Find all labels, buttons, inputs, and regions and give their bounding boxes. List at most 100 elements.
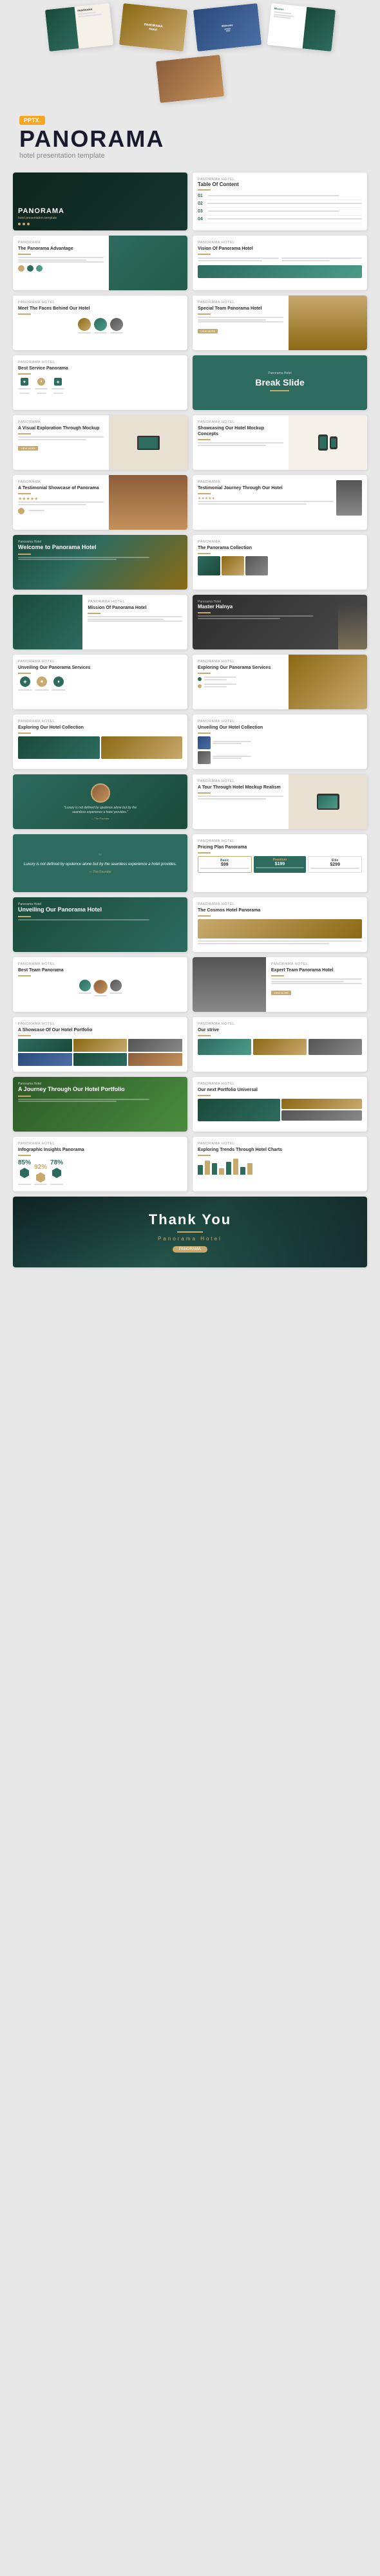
slide-15-mission[interactable]: Panorama Hotel Mission Of Panorama Hotel [13,595,187,649]
slide-24-title: Pricing Plan Panorama [198,845,362,850]
slide-19-hotel-collection[interactable]: Panorama Hotel Exploring Our Hotel Colle… [13,714,187,769]
slide-6-title: Special Team Panorama Hotel [198,306,283,312]
service-icon-2: ♦ [35,378,48,395]
slide-33-infographic[interactable]: Panorama Hotel Infographic Insights Pano… [13,1137,187,1191]
portfolio-img-2 [73,1039,128,1052]
hotel-col-img-1 [18,736,100,759]
next-portfolio-img-3 [281,1110,363,1121]
slide-21-crafting[interactable]: "Luxury is not defined by opulence alone… [13,774,187,829]
collection-image-2 [222,556,244,575]
strive-img-1 [198,1039,251,1055]
slide-32-title: Our next Portfolio Universal [198,1087,362,1093]
slide-26-cosmos[interactable]: Panorama Hotel The Cosmos Hotel Panorama [193,897,367,952]
team-avatar-1 [79,980,91,991]
slide-17-unveiling[interactable]: Panorama Hotel Unveiling Our Panorama Se… [13,655,187,709]
next-portfolio-img-1 [198,1099,280,1121]
slide-8-break[interactable]: Panorama Hotel Break Slide [193,355,367,410]
thankyou-button: PANORAMA [173,1246,207,1253]
slide-5-team[interactable]: Panorama Hotel Meet The Faces Behind Our… [13,295,187,350]
slide-11-title: A Testimonial Showcase of Panorama [18,485,104,491]
timeline-item-1 [198,677,283,681]
slides-grid: PANORAMA hotel presentation template Pan… [0,166,380,1274]
slide-10-showcase[interactable]: Panorama Hotel Showcasing Our Hotel Mock… [193,415,367,470]
team-avatar-2 [93,980,108,994]
unveiling-icon-1: ◈ [18,677,32,692]
toc-item-2: 02 [198,200,362,208]
slide-7-services[interactable]: Panorama Hotel Best Service Panorama ★ ♦ [13,355,187,410]
slide-31-journey[interactable]: Panorama Hotel A Journey Through Our Hot… [13,1077,187,1132]
slide-16-title: Master Halnya [198,604,362,610]
portfolio-img-4 [18,1053,72,1066]
slide-25-title: Unveiling Our Panorama Hotel [18,906,182,914]
slide-18-title: Exploring Our Panorama Services [198,665,283,671]
unveiling-icon-2: ★ [35,677,49,692]
hotel-unveil-img-1 [198,736,211,749]
thankyou-divider [177,1231,203,1233]
slide-2-toc[interactable]: Panorama Hotel Table Of Content 01 02 03… [193,173,367,230]
slide-28-expert[interactable]: Panorama Hotel Expert Team Panorama Hote… [193,957,367,1012]
toc-item-3: 03 [198,208,362,216]
slide-23-quote[interactable]: " Luxury is not defined by opulence alon… [13,834,187,892]
slide-10-device [289,415,367,470]
bar-chart [198,1159,362,1175]
toc-item-1: 01 [198,192,362,200]
collection-image-1 [198,556,220,575]
slide-14-title: The Panorama Collection [198,545,362,551]
slide-4-vision[interactable]: Panorama Hotel Vision Of Panorama Hotel [193,236,367,290]
slide-3-title: The Panorama Advantage [18,246,104,252]
brand-title: PANORAMA [19,127,361,151]
toc-item-4: 04 [198,216,362,223]
slide-29-portfolio-showcase[interactable]: Panorama Hotel A Showcase Of Our Hotel P… [13,1017,187,1072]
slide-23-quote-text: Luxury is not defined by opulence alone … [24,862,176,868]
slide-32-next-portfolio[interactable]: Panorama Hotel Our next Portfolio Univer… [193,1077,367,1132]
slide-9-device [109,415,187,470]
slide-20-unveil-hotel[interactable]: Panorama Hotel Unveiling Our Hotel Colle… [193,714,367,769]
slide-11-testimonial[interactable]: Panorama A Testimonial Showcase of Panor… [13,475,187,530]
slide-30-strive[interactable]: Panorama Hotel Our strive [193,1017,367,1072]
slide-25-unveiling2[interactable]: Panorama Hotel Unveiling Our Panorama Ho… [13,897,187,952]
slide-4-title: Vision Of Panorama Hotel [198,246,362,252]
slide-33-title: Infographic Insights Panorama [18,1147,182,1153]
slide-18-exploring[interactable]: Panorama Hotel Exploring Our Panorama Se… [193,655,367,709]
slide-12-testimonial2[interactable]: Panorama Testimonial Journey Through Our… [193,475,367,530]
slide-34-title: Exploring Trends Through Hotel Charts [198,1147,362,1153]
slide-16-master[interactable]: Panorama Hotel Master Halnya [193,595,367,649]
angled-slide-3: Welcome [193,3,261,51]
portfolio-img-5 [73,1053,128,1066]
strive-img-2 [253,1039,307,1055]
next-portfolio-img-2 [281,1099,363,1109]
slide-15-title: Mission Of Panorama Hotel [88,605,182,611]
service-icon-1: ★ [18,378,31,395]
slide-13-welcome[interactable]: Panorama Hotel Welcome to Panorama Hotel [13,535,187,590]
slide-28-title: Expert Team Panorama Hotel [271,967,362,973]
slide-3-image [109,236,187,290]
portfolio-img-3 [128,1039,182,1052]
slide-14-collection[interactable]: Panorama The Panorama Collection [193,535,367,590]
portfolio-img-1 [18,1039,72,1052]
angled-slide-2: PANORAMAHotel [119,3,187,51]
slide-1-subtitle: hotel presentation template [18,216,182,220]
slide-9-title: A Visual Exploration Through Mockup [18,425,104,431]
slide-27-title: Best Team Panorama [18,967,182,973]
slide-1-hero[interactable]: PANORAMA hotel presentation template [13,173,187,230]
slide-9-visual[interactable]: Panorama A Visual Exploration Through Mo… [13,415,187,470]
slide-27-best-team[interactable]: Panorama Hotel Best Team Panorama [13,957,187,1012]
slide-22-title: A Tour Through Hotel Mockup Realism [198,785,283,790]
slide-6-special[interactable]: Panorama Hotel Special Team Panorama Hot… [193,295,367,350]
slide-34-trends[interactable]: Panorama Hotel Exploring Trends Through … [193,1137,367,1191]
hotel-col-img-2 [101,736,183,759]
crafting-quote: "Luxury is not defined by opulence alone… [64,806,137,815]
slide-3-advantage[interactable]: Panorama The Panorama Advantage [13,236,187,290]
top-angled-slides: PANORAMA PANORAMAHotel Welcome Mission [0,0,380,106]
slide-29-title: A Showcase Of Our Hotel Portfolio [18,1027,182,1033]
thankyou-title: Thank You [149,1211,231,1228]
slide-8-title: Break Slide [255,377,304,387]
slide-22-tour[interactable]: Panorama Hotel A Tour Through Hotel Mock… [193,774,367,829]
unveiling-icon-3: ♦ [52,677,66,692]
slide-12-person-image [336,480,362,516]
service-icon-3: ◈ [52,378,64,395]
slide-23-author: — The Founder [89,870,111,874]
slide-35-thankyou[interactable]: Thank You Panorama Hotel PANORAMA [13,1197,367,1267]
slide-24-pricing[interactable]: Panorama Hotel Pricing Plan Panorama Bas… [193,834,367,892]
slide-31-title: A Journey Through Our Hotel Portfolio [18,1086,182,1094]
